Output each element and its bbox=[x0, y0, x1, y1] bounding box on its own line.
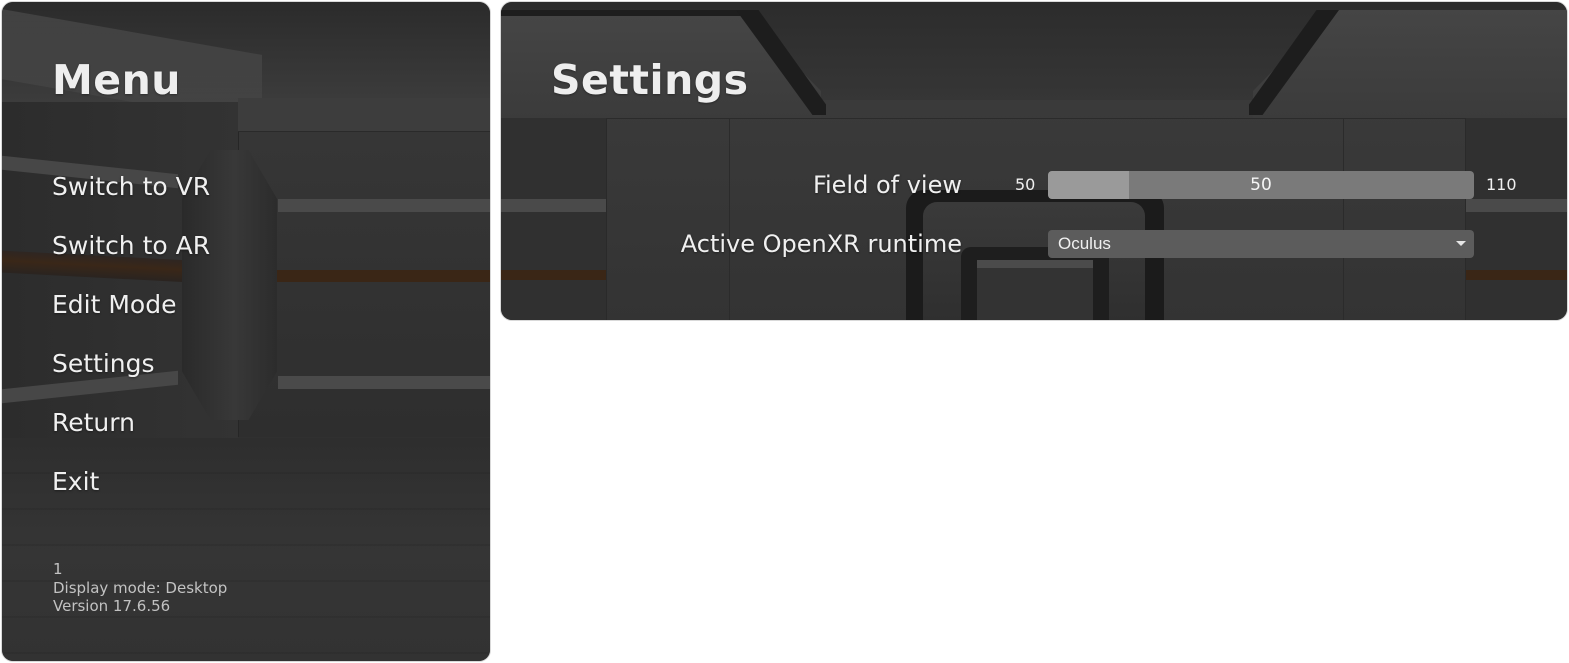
footer-line-1: 1 bbox=[53, 560, 63, 578]
background-wall-trim bbox=[606, 118, 1466, 119]
background-beam-shadow bbox=[736, 10, 826, 115]
background-door bbox=[923, 202, 1145, 320]
background-orange-strip bbox=[259, 270, 490, 282]
background-door-plate bbox=[977, 260, 1093, 320]
menu-panel: Menu Switch to VR Switch to AR Edit Mode… bbox=[1, 1, 491, 662]
background-beam bbox=[1253, 10, 1567, 118]
menu-item-switch-to-ar[interactable]: Switch to AR bbox=[52, 225, 210, 284]
background-back-wall bbox=[238, 132, 490, 437]
openxr-runtime-selected: Oculus bbox=[1058, 234, 1111, 253]
menu-title: Menu bbox=[52, 56, 181, 104]
field-of-view-slider[interactable]: 50 bbox=[1048, 171, 1474, 199]
settings-panel: Settings Field of view 50 50 110 Active … bbox=[500, 1, 1568, 321]
settings-title: Settings bbox=[551, 56, 749, 104]
menu-item-settings[interactable]: Settings bbox=[52, 343, 210, 402]
version-text: Version 17.6.56 bbox=[53, 597, 171, 615]
background-rail bbox=[278, 199, 490, 212]
field-of-view-value: 50 bbox=[1250, 175, 1272, 195]
field-of-view-max: 110 bbox=[1486, 175, 1517, 194]
background-side-wall bbox=[1466, 118, 1567, 320]
openxr-runtime-label: Active OpenXR runtime bbox=[680, 230, 962, 258]
background-wall-band bbox=[238, 98, 490, 132]
background-side-wall bbox=[501, 118, 606, 320]
background-wall-seam bbox=[1343, 118, 1344, 320]
background-orange-strip bbox=[1466, 270, 1567, 280]
menu-footer: 1 Display mode: Desktop Version 17.6.56 bbox=[53, 560, 227, 616]
menu-item-return[interactable]: Return bbox=[52, 402, 210, 461]
openxr-runtime-dropdown[interactable]: Oculus bbox=[1048, 230, 1474, 258]
menu-item-exit[interactable]: Exit bbox=[52, 461, 210, 520]
background-orange-strip bbox=[501, 270, 606, 280]
background-beam-shadow bbox=[1249, 10, 1339, 115]
background-wall-seam bbox=[729, 118, 730, 320]
openxr-runtime-row: Active OpenXR runtime Oculus bbox=[501, 228, 1567, 260]
menu-list: Switch to VR Switch to AR Edit Mode Sett… bbox=[52, 166, 210, 520]
field-of-view-label: Field of view bbox=[812, 171, 962, 199]
field-of-view-row: Field of view 50 50 110 bbox=[501, 169, 1567, 201]
display-mode-text: Display mode: Desktop bbox=[53, 578, 228, 597]
chevron-down-icon[interactable] bbox=[1456, 241, 1466, 246]
field-of-view-min: 50 bbox=[1015, 175, 1036, 194]
menu-item-switch-to-vr[interactable]: Switch to VR bbox=[52, 166, 210, 225]
background-back-wall bbox=[606, 100, 1466, 320]
background-rail bbox=[278, 376, 490, 389]
menu-item-edit-mode[interactable]: Edit Mode bbox=[52, 284, 210, 343]
